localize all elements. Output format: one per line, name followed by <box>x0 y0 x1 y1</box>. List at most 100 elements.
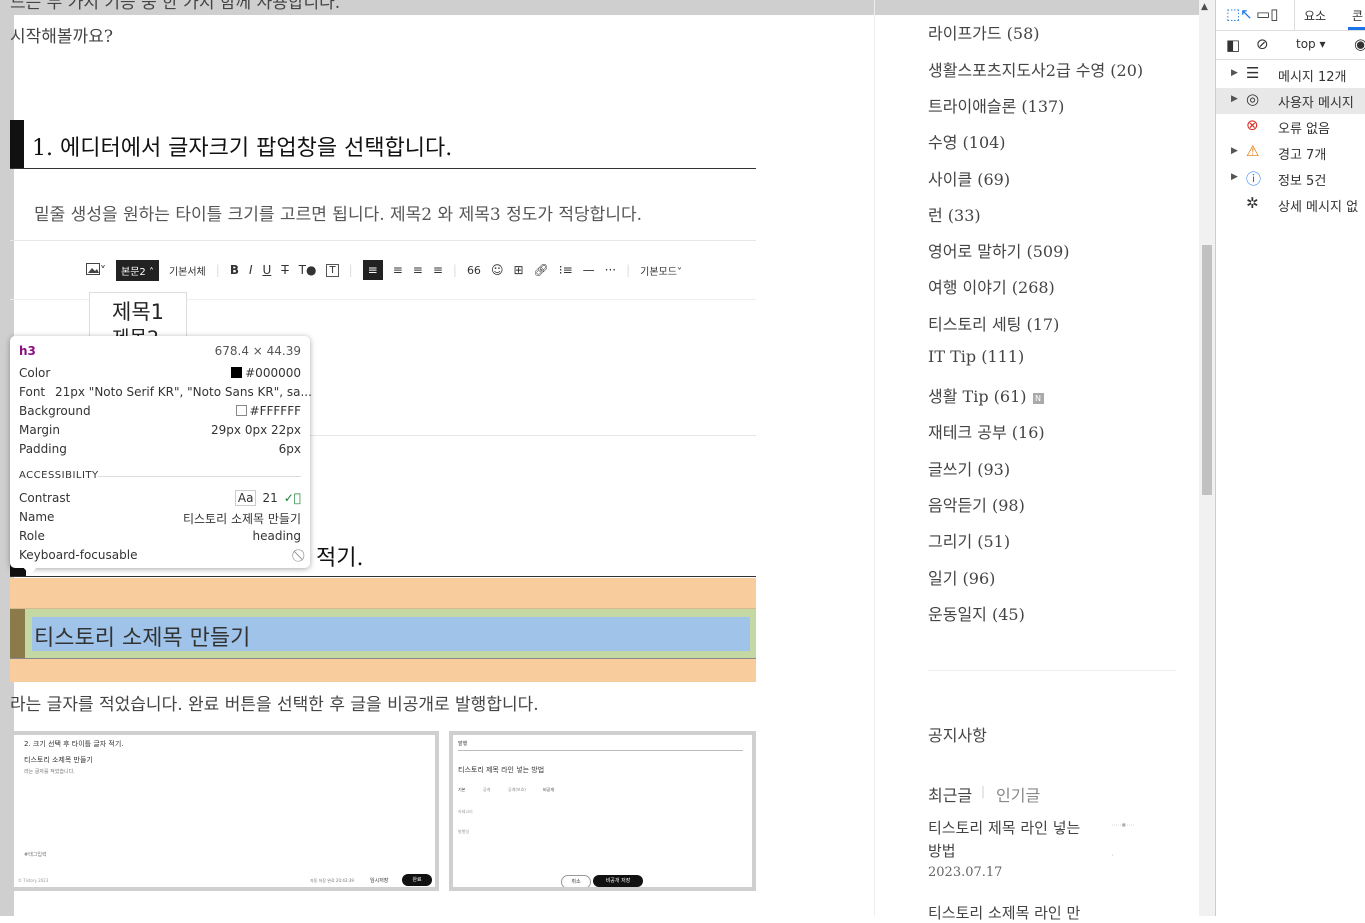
tooltip-background-value: #FFFFFF <box>235 404 301 418</box>
console-filter-errors[interactable]: ⊗ 오류 없음 <box>1216 114 1365 140</box>
more-icon[interactable]: ··· <box>605 263 616 277</box>
console-filter-user[interactable]: ▶ ◎ 사용자 메시지 <box>1216 88 1365 114</box>
heading-accent-bar <box>10 120 24 168</box>
italic-button[interactable]: I <box>249 263 253 277</box>
category-item[interactable]: IT Tip (111) <box>928 347 1024 366</box>
tooltip-padding-row: Padding 6px <box>19 442 301 460</box>
active-tab-indicator <box>1348 27 1365 30</box>
emoji-icon[interactable]: ☺ <box>491 263 504 277</box>
expand-arrow-icon[interactable]: ▶ <box>1231 172 1238 182</box>
list-icon: ☰ <box>1246 64 1260 82</box>
preview-visibility-label: 기본 <box>458 787 466 792</box>
highlighted-heading[interactable]: 티스토리 소제목 만들기 <box>34 620 250 652</box>
expand-arrow-icon[interactable]: ▶ <box>1231 94 1238 104</box>
bold-button[interactable]: B <box>230 263 239 277</box>
inspect-element-icon[interactable]: ⬚↖ <box>1226 5 1253 23</box>
tooltip-margin-label: Margin <box>19 423 60 437</box>
bug-icon: ✲ <box>1246 194 1259 212</box>
category-item[interactable]: 사이클 (69) <box>928 166 1010 190</box>
step1-heading: 1. 에디터에서 글자크기 팝업창을 선택합니다. <box>10 120 756 169</box>
category-item[interactable]: 생활스포츠지도사2급 수영 (20) <box>928 57 1143 81</box>
tooltip-margin-value: 29px 0px 22px <box>211 423 301 437</box>
dropdown-item-h1[interactable]: 제목1 <box>112 296 164 326</box>
category-item[interactable]: 여행 이야기 (268) <box>928 274 1055 298</box>
notice-heading[interactable]: 공지사항 <box>928 722 987 746</box>
devtools-tabbar: ⬚↖ ▭▯ 요소 콘 <box>1216 0 1365 31</box>
filter-label: 오류 없음 <box>1278 122 1330 137</box>
preview-footer-left: © Tistory 2023 <box>18 878 49 883</box>
link-icon[interactable]: 🔗︎ <box>534 263 549 277</box>
thumbnail-toolbar: ᵢ ᵢ ᵢ ᵢ ᵢ ■ ᵢ ᵢ ᵢ ᵢ <box>1112 822 1134 827</box>
category-item[interactable]: 글쓰기 (93) <box>928 456 1010 480</box>
align-justify-icon[interactable]: ≡ <box>433 263 443 277</box>
tooltip-contrast-label: Contrast <box>19 491 71 505</box>
category-item[interactable]: 트라이애슬론 (137) <box>928 93 1064 117</box>
sidebar-toggle-icon[interactable]: ◧ <box>1226 36 1240 54</box>
divider-line-icon[interactable]: — <box>583 263 595 277</box>
filter-label: 사용자 메시지 <box>1278 96 1354 111</box>
console-filter-verbose[interactable]: ✲ 상세 메시지 없 <box>1216 192 1365 218</box>
image-icon[interactable]: ˅ <box>86 262 106 278</box>
tab-console[interactable]: 콘 <box>1352 7 1363 24</box>
preview-option-protected: 공개(보호) <box>508 787 526 792</box>
category-item[interactable]: 라이프가드 (58) <box>928 20 1040 44</box>
category-item[interactable]: 런 (33) <box>928 202 981 226</box>
recent-post-title[interactable]: 티스토리 제목 라인 넣는 방법 <box>928 817 1098 863</box>
scrollbar-thumb[interactable] <box>1202 245 1212 495</box>
context-select[interactable]: top ▾ <box>1296 37 1326 51</box>
step1-heading-text: 1. 에디터에서 글자크기 팝업창을 선택합니다. <box>32 136 453 161</box>
device-toggle-icon[interactable]: ▭▯ <box>1256 5 1278 23</box>
category-item[interactable]: 일기 (96) <box>928 565 995 589</box>
tooltip-name-row: Name 티스토리 소제목 만들기 <box>19 510 301 528</box>
align-left-icon[interactable]: ≡ <box>362 260 383 280</box>
intro-start-text: 시작해볼까요? <box>10 27 113 47</box>
recent-post-title[interactable]: 티스토리 소제목 라인 만 <box>928 902 1080 923</box>
toolbar-divider: | <box>348 263 353 277</box>
text-color-button[interactable]: T● <box>299 263 317 277</box>
console-filter-info[interactable]: ▶ ⓘ 정보 5건 <box>1216 166 1365 192</box>
tab-elements[interactable]: 요소 <box>1304 7 1326 24</box>
filter-label: 정보 5건 <box>1278 174 1327 189</box>
text-bg-button[interactable]: T <box>326 263 339 277</box>
quote-button[interactable]: 66 <box>467 264 481 277</box>
font-select[interactable]: 기본서체 <box>169 263 206 278</box>
scroll-up-icon[interactable]: ▲ <box>1201 2 1208 12</box>
category-item[interactable]: 영어로 말하기 (509) <box>928 238 1070 262</box>
devtools-panel: ⬚↖ ▭▯ 요소 콘 ◧ ⊘ top ▾ ◉ ▶ ☰ 메시지 12개 ▶ ◎ 사… <box>1215 0 1365 916</box>
table-icon[interactable]: ⊞ <box>513 263 523 277</box>
align-center-icon[interactable]: ≡ <box>393 263 403 277</box>
category-item[interactable]: 티스토리 세팅 (17) <box>928 311 1059 335</box>
console-filter-messages[interactable]: ▶ ☰ 메시지 12개 <box>1216 62 1365 88</box>
tooltip-font-label: Font <box>19 385 46 399</box>
strike-button[interactable]: T <box>281 263 288 277</box>
preview-text: 라는 글자를 적었습니다. <box>24 769 75 775</box>
console-toolbar: ◧ ⊘ top ▾ ◉ <box>1216 31 1365 60</box>
step2-description: 라는 글자를 적었습니다. 완료 버튼을 선택한 후 글을 비공개로 발행합니다… <box>10 695 539 715</box>
preview-divider <box>458 750 743 751</box>
category-item-with-badge[interactable]: 생활 Tip (61) N <box>928 383 1044 407</box>
list-icon[interactable]: ⁝≡ <box>559 263 573 277</box>
devtools-divider <box>1294 0 1295 30</box>
tooltip-font-value: 21px "Noto Serif KR", "Noto Sans KR", sa… <box>55 385 312 399</box>
expand-arrow-icon[interactable]: ▶ <box>1231 68 1238 78</box>
category-item[interactable]: 운동일지 (45) <box>928 601 1025 625</box>
category-item[interactable]: 재테크 공부 (16) <box>928 419 1045 443</box>
clear-console-icon[interactable]: ⊘ <box>1256 35 1269 53</box>
underline-button[interactable]: U <box>263 263 272 277</box>
category-item[interactable]: 수영 (104) <box>928 129 1006 153</box>
console-filter-warnings[interactable]: ▶ ⚠ 경고 7개 <box>1216 140 1365 166</box>
expand-arrow-icon[interactable]: ▶ <box>1231 146 1238 156</box>
style-select[interactable]: 본문2 ˄ <box>116 259 159 281</box>
align-right-icon[interactable]: ≡ <box>413 263 423 277</box>
tooltip-name-label: Name <box>19 510 55 524</box>
category-item[interactable]: 음악듣기 (98) <box>928 492 1025 516</box>
step1-description: 밑줄 생성을 원하는 타이틀 크기를 고르면 됩니다. 제목2 와 제목3 정도… <box>34 205 643 225</box>
tab-recent-posts[interactable]: 최근글 <box>928 782 972 806</box>
tooltip-focus-row: Keyboard-focusable ⃠ <box>19 548 301 566</box>
heading-accent-bar <box>10 609 25 659</box>
category-item[interactable]: 그리기 (51) <box>928 528 1010 552</box>
recent-post-thumbnail[interactable]: ᵢ ᵢ ᵢ ᵢ ᵢ ■ ᵢ ᵢ ᵢ ᵢ ᵢ <box>1110 816 1176 866</box>
mode-select[interactable]: 기본모드˅ <box>640 263 682 278</box>
eye-icon[interactable]: ◉ <box>1354 35 1365 53</box>
tab-popular-posts[interactable]: 인기글 <box>996 782 1040 806</box>
